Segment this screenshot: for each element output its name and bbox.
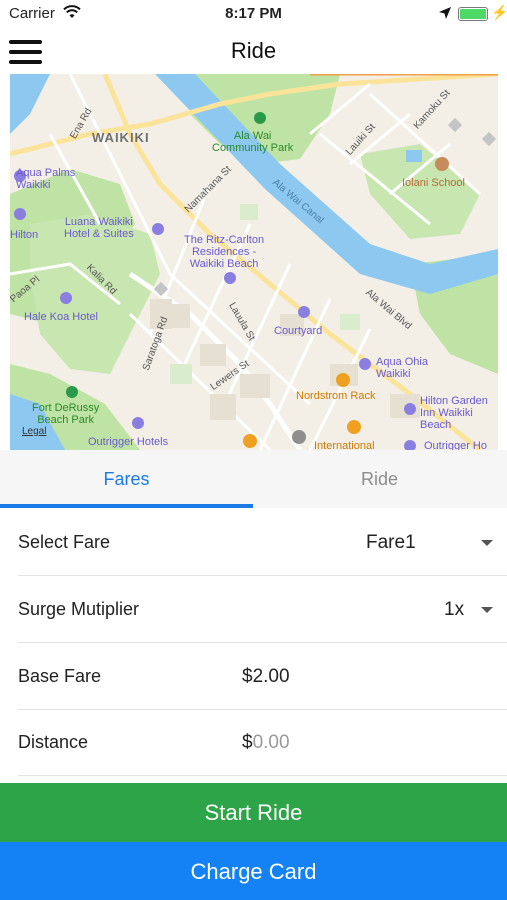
distance-label: Distance <box>18 732 89 752</box>
base-fare-value: $2.00 <box>242 666 290 687</box>
distance-field[interactable]: $0.00 <box>242 732 290 754</box>
distance-placeholder: 0.00 <box>252 732 290 753</box>
map-label-iolani: Iolani School <box>402 177 465 189</box>
tab-active-indicator <box>0 504 253 508</box>
base-fare-row: Base Fare $2.00 <box>0 644 507 710</box>
start-ride-button[interactable]: Start Ride <box>0 783 507 842</box>
map-label-aqua-ohia: Aqua Ohia Waikiki <box>376 356 428 380</box>
surge-multiplier-row[interactable]: Surge Mutiplier 1x <box>0 577 507 643</box>
charge-card-button[interactable]: Charge Card <box>0 842 507 900</box>
row-divider <box>18 575 507 576</box>
battery-icon <box>458 7 488 21</box>
charging-bolt-icon: ⚡ <box>491 4 507 20</box>
map-label-courtyard: Courtyard <box>274 325 323 337</box>
status-bar: Carrier 8:17 PM ⚡ <box>0 0 507 28</box>
map-label-outrigger-hotels: Outrigger Hotels <box>88 436 169 448</box>
map-view[interactable]: Ena Rd WAIKIKI Ala Wai Community Park La… <box>10 74 498 450</box>
page-title: Ride <box>230 38 277 63</box>
surge-multiplier-value[interactable]: 1x <box>444 599 464 621</box>
map-label-ala-wai-park: Ala Wai Community Park <box>212 130 294 154</box>
select-fare-row[interactable]: Select Fare Fare1 <box>0 510 507 576</box>
map-label-fort-derussy: Fort DeRussy Beach Park <box>32 402 100 426</box>
location-arrow-icon <box>439 7 451 19</box>
map-label-ritz: The Ritz-Carlton Residences - Waikiki Be… <box>184 234 265 270</box>
row-divider <box>18 775 507 776</box>
map-label-hale-koa: Hale Koa Hotel <box>24 311 98 323</box>
select-fare-value[interactable]: Fare1 <box>366 532 416 554</box>
base-fare-label: Base Fare <box>18 666 102 686</box>
map-label-aqua-palms: Aqua Palms Waikiki <box>16 167 76 191</box>
chevron-down-icon[interactable] <box>481 540 493 546</box>
surge-multiplier-label: Surge Mutiplier <box>18 599 140 619</box>
map-label-hilton: Hilton <box>10 229 39 241</box>
chevron-down-icon[interactable] <box>481 607 493 613</box>
map-label-outrigger-ho: Outrigger Ho <box>424 440 487 450</box>
status-time: 8:17 PM <box>225 5 282 22</box>
select-fare-label: Select Fare <box>18 532 111 552</box>
nav-bar: Ride <box>0 28 507 74</box>
map-legal-link[interactable]: Legal <box>22 426 46 438</box>
map-label-waikiki: WAIKIKI <box>92 130 150 145</box>
map-label-luana: Luana Waikiki Hotel & Suites <box>64 216 134 240</box>
tab-bar: Fares Ride <box>0 450 507 508</box>
map-label-nordstrom: Nordstrom Rack <box>296 390 376 402</box>
tab-fares[interactable]: Fares <box>0 450 253 508</box>
map-label-hilton-garden: Hilton Garden Inn Waikiki Beach <box>420 395 488 431</box>
distance-currency: $ <box>242 732 253 753</box>
tab-ride[interactable]: Ride <box>253 450 506 508</box>
map-label-international: International <box>314 440 375 450</box>
distance-row[interactable]: Distance $0.00 <box>0 710 507 776</box>
row-divider <box>18 642 507 643</box>
